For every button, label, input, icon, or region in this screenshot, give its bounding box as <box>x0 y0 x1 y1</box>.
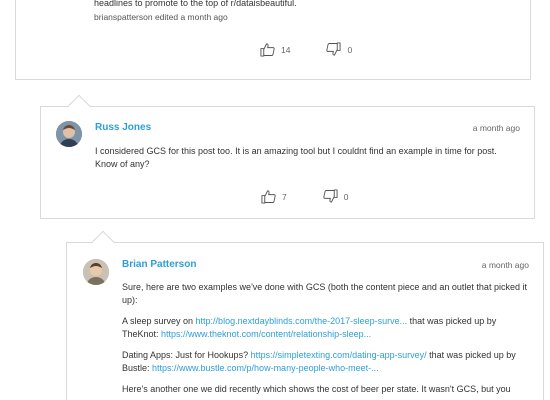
dislike-button[interactable]: 0 <box>326 42 352 57</box>
comment-paragraph: Here's another one we did recently which… <box>122 384 511 394</box>
link[interactable]: https://www.theknot.com/content/relation… <box>161 329 371 339</box>
link[interactable]: https://simpletexting.com/dating-app-sur… <box>251 350 427 360</box>
thumbs-up-icon <box>261 190 276 204</box>
comment-card: headlines to promote to the top of r/dat… <box>15 0 531 80</box>
like-count: 7 <box>282 191 287 202</box>
text-segment: Dating Apps: Just for Hookups? <box>122 350 251 360</box>
timestamp[interactable]: a month ago <box>473 123 520 133</box>
dislike-count: 0 <box>347 44 353 55</box>
reply-notch <box>67 94 91 118</box>
comment-card: Brian Patterson a month ago Sure, here a… <box>66 230 544 400</box>
comment-text: headlines to promote to the top of r/dat… <box>94 0 297 8</box>
avatar[interactable] <box>56 121 82 147</box>
comment-paragraph: Sure, here are two examples we've done w… <box>122 282 527 305</box>
comment-paragraph: A sleep survey on http://blog.nextdaybli… <box>122 315 532 341</box>
author-name[interactable]: Brian Patterson <box>122 259 196 270</box>
reply-notch <box>91 230 115 254</box>
like-button[interactable]: 7 <box>261 189 287 204</box>
avatar[interactable] <box>83 259 109 285</box>
link[interactable]: https://www.bustle.com/p/how-many-people… <box>152 363 379 373</box>
thumbs-down-icon <box>326 42 341 56</box>
comment-text: I considered GCS for this post too. It i… <box>95 146 497 169</box>
comment-paragraph: Dating Apps: Just for Hookups? https://s… <box>122 349 532 375</box>
vote-bar: 14 0 <box>260 42 352 57</box>
dislike-count: 0 <box>343 191 349 202</box>
text-segment: A sleep survey on <box>122 316 196 326</box>
avatar-image <box>56 121 82 147</box>
timestamp[interactable]: a month ago <box>482 260 529 270</box>
comment-card: Russ Jones a month ago I considered GCS … <box>40 94 535 219</box>
link[interactable]: http://blog.nextdayblinds.com/the-2017-s… <box>196 316 408 326</box>
like-count: 14 <box>281 44 291 55</box>
author-name[interactable]: Russ Jones <box>95 122 151 133</box>
dislike-button[interactable]: 0 <box>323 189 349 204</box>
avatar-image <box>83 259 109 285</box>
comment-text: Sure, here are two examples we've done w… <box>122 281 532 400</box>
thumbs-down-icon <box>323 189 338 203</box>
vote-bar: 7 0 <box>261 189 348 204</box>
like-button[interactable]: 14 <box>260 42 290 57</box>
thumbs-up-icon <box>260 43 275 57</box>
edited-note: brianspatterson edited a month ago <box>94 12 228 22</box>
